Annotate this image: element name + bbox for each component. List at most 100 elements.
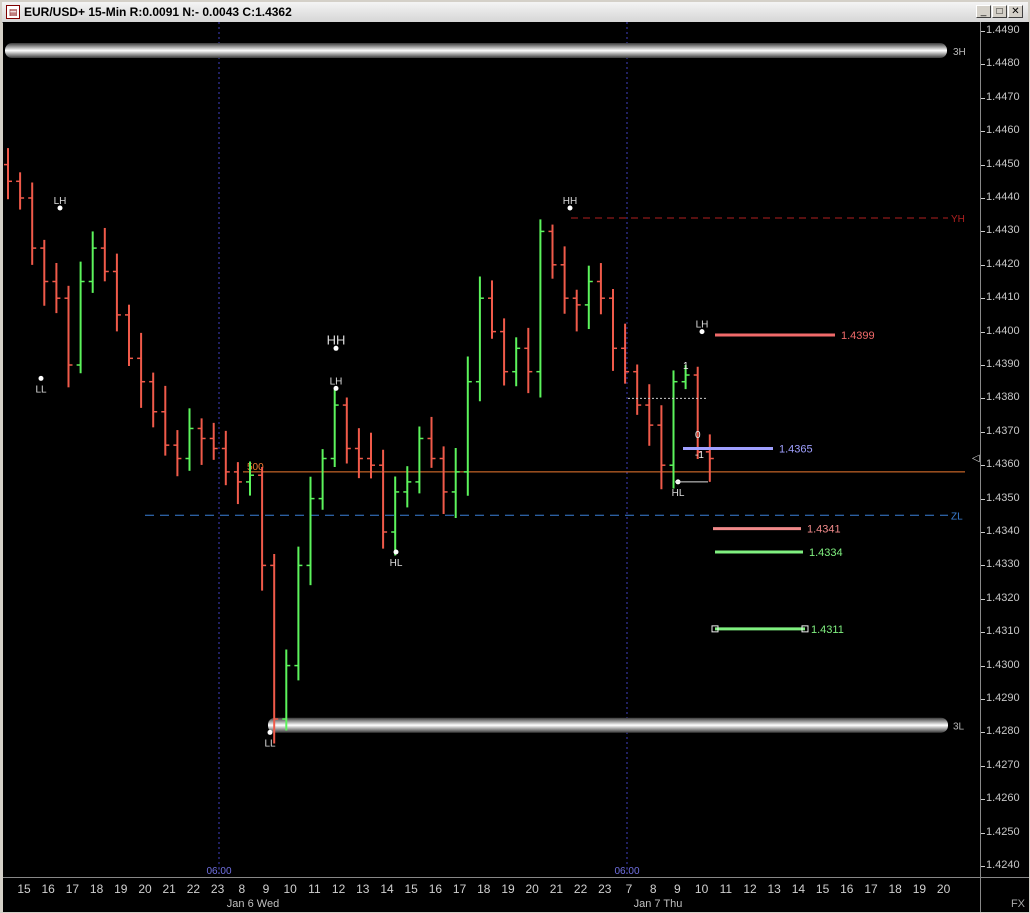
time-axis-label: 19 bbox=[114, 882, 128, 896]
session-mark-1: 06:00 bbox=[614, 866, 639, 877]
price-axis-label: 1.4300 bbox=[986, 658, 1020, 671]
price-axis-tick bbox=[981, 365, 985, 366]
price-axis-tick bbox=[981, 465, 985, 467]
yh-label: YH bbox=[951, 214, 965, 225]
time-axis-label: 13 bbox=[356, 882, 370, 896]
time-axis-label: 17 bbox=[65, 882, 80, 896]
price-axis-tick bbox=[981, 732, 985, 734]
swing-label-1: LL bbox=[35, 384, 47, 395]
price-axis-label: 1.4400 bbox=[986, 324, 1020, 337]
time-axis-label: 10 bbox=[694, 882, 709, 896]
price-axis-label: 1.4450 bbox=[986, 157, 1020, 170]
price-axis-label: 1.4250 bbox=[986, 825, 1020, 838]
price-axis-tick bbox=[981, 198, 985, 199]
time-axis-label: 19 bbox=[912, 882, 927, 896]
time-axis-label: 9 bbox=[262, 882, 270, 896]
price-axis-tick bbox=[981, 866, 985, 867]
price-axis-tick bbox=[981, 765, 985, 767]
price-axis[interactable]: 1.4490 1.4480 1.4470 1.4460 1.4450 1.4440 1.44… bbox=[972, 22, 1029, 877]
price-axis-label: 1.4350 bbox=[986, 491, 1020, 504]
time-axis-label: 23 bbox=[598, 882, 612, 896]
time-axis-label: 22 bbox=[186, 882, 201, 896]
swing-label-3: LH bbox=[330, 376, 343, 387]
level-label-3: 1.4334 bbox=[809, 547, 843, 559]
market-type-label: FX bbox=[1010, 898, 1025, 910]
price-axis-tick bbox=[981, 31, 985, 32]
count-label-2: -1 bbox=[695, 450, 704, 461]
time-axis-label: 18 bbox=[477, 882, 491, 896]
price-axis-label: 1.4260 bbox=[986, 792, 1020, 805]
time-axis-label: 9 bbox=[674, 882, 681, 896]
time-axis-label: 11 bbox=[308, 882, 321, 896]
band-3l-label: 3L bbox=[953, 722, 965, 733]
time-axis-label: 19 bbox=[501, 882, 515, 896]
price-axis-label: 1.4380 bbox=[986, 391, 1020, 404]
price-axis-tick bbox=[981, 665, 985, 667]
time-axis-label: 23 bbox=[210, 882, 225, 896]
time-axis-label: 17 bbox=[864, 882, 878, 896]
time-axis-label: 14 bbox=[380, 882, 394, 896]
current-price-arrow-icon: ◁ bbox=[972, 452, 980, 464]
session-mark-0: 06:00 bbox=[206, 866, 231, 877]
swing-dot-5 bbox=[267, 729, 273, 735]
time-axis-label: 10 bbox=[283, 882, 297, 896]
price-axis-label: 1.4320 bbox=[986, 591, 1020, 604]
price-axis-label: 1.4410 bbox=[986, 291, 1020, 304]
price-axis-tick bbox=[981, 632, 985, 634]
swing-label-5: LL bbox=[264, 738, 276, 749]
time-axis-label: 12 bbox=[743, 882, 757, 896]
price-axis-label: 1.4370 bbox=[986, 424, 1020, 437]
price-axis-label: 1.4420 bbox=[986, 257, 1020, 270]
price-axis-label: 1.4270 bbox=[986, 758, 1020, 771]
price-axis-tick bbox=[981, 832, 985, 834]
price-axis-label: 1.4390 bbox=[986, 358, 1020, 370]
time-axis-label: 7 bbox=[625, 882, 633, 896]
swing-dot-1 bbox=[38, 375, 44, 381]
band-3h-label: 3H bbox=[953, 47, 966, 58]
price-axis-tick bbox=[981, 398, 985, 400]
band-3h bbox=[5, 43, 947, 59]
price-axis-label: 1.4240 bbox=[986, 859, 1020, 871]
time-axis-label: 12 bbox=[331, 882, 346, 896]
band-3l bbox=[268, 717, 948, 733]
price-axis-tick bbox=[981, 264, 985, 266]
count-label-1: 0 bbox=[695, 430, 701, 441]
price-axis-tick bbox=[981, 799, 985, 801]
swing-dot-4 bbox=[393, 549, 399, 555]
title-bar[interactable]: ▤ EUR/USD+ 15-Min R:0.0091 N:- 0.0043 C:… bbox=[2, 2, 1028, 23]
swing-label-4: HL bbox=[390, 558, 403, 569]
date-label: Jan 7 Thu bbox=[633, 898, 683, 910]
swing-label-6: HH bbox=[563, 196, 577, 207]
price-axis-label: 1.4430 bbox=[986, 224, 1020, 237]
time-axis-label: 16 bbox=[840, 882, 854, 896]
time-axis-label: 14 bbox=[791, 882, 806, 896]
level-label-4: 1.4311 bbox=[811, 624, 844, 636]
price-axis-label: 1.4280 bbox=[986, 725, 1020, 738]
swing-label-7: LH bbox=[696, 320, 709, 331]
price-chart-plot[interactable]: 3H 3L YH 500 ZL LH LL HH LH HL LL HH LH HL 1 0 -1 1.4399 1… bbox=[3, 22, 980, 877]
price-chart-svg[interactable]: 3H3LYH500ZLLHLLHHLHHLLLHHLHHL10-11.43991… bbox=[3, 22, 980, 877]
chart-window: ▤ EUR/USD+ 15-Min R:0.0091 N:- 0.0043 C:… bbox=[0, 0, 1030, 913]
date-label: Jan 6 Wed bbox=[226, 898, 280, 910]
price-axis-tick bbox=[981, 598, 985, 600]
chart-window-icon[interactable]: ▤ bbox=[6, 5, 20, 19]
price-axis-tick bbox=[981, 231, 985, 233]
time-axis-label: 20 bbox=[525, 882, 539, 896]
price-axis-label: 1.4360 bbox=[986, 458, 1020, 471]
price-axis-tick bbox=[981, 64, 985, 66]
price-axis-tick bbox=[981, 97, 985, 99]
price-axis-tick bbox=[981, 331, 985, 333]
price-axis-tick bbox=[981, 498, 985, 500]
time-axis[interactable]: 15 16 17 18 19 20 21 22 23 8 9 10 11 12 13 14 15 16 17 18 19… bbox=[3, 877, 980, 912]
price-axis-label: 1.4490 bbox=[986, 24, 1020, 36]
price-axis-tick bbox=[981, 431, 985, 433]
price-axis-label: 1.4290 bbox=[986, 692, 1020, 704]
maximize-icon[interactable]: □ bbox=[992, 5, 1007, 18]
close-icon[interactable]: ✕ bbox=[1008, 5, 1023, 18]
price-axis-label: 1.4460 bbox=[986, 124, 1020, 137]
level-label-1: 1.4365 bbox=[779, 444, 813, 456]
minimize-icon[interactable]: _ bbox=[976, 5, 991, 18]
price-axis-label: 1.4470 bbox=[986, 90, 1020, 103]
time-axis-label: 18 bbox=[89, 882, 104, 896]
time-axis-label: 13 bbox=[767, 882, 781, 896]
